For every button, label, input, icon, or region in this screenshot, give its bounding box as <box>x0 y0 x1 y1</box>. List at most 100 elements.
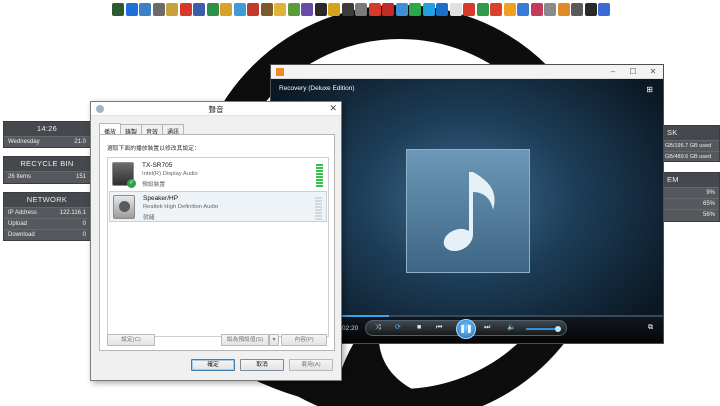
app-shortcut-icon[interactable] <box>557 3 570 16</box>
volume-slider[interactable] <box>526 326 561 332</box>
app-shortcut-icon[interactable] <box>112 3 124 16</box>
elapsed-time: 02:20 <box>342 325 359 332</box>
album-art <box>406 149 530 273</box>
system-value-1: 9% <box>706 190 715 196</box>
app-shortcut-icon[interactable] <box>490 3 502 16</box>
list-item[interactable]: ✓ TX-SR705 Intel(R) Display Audio 預設裝置 <box>109 159 327 190</box>
app-shortcut-icon[interactable] <box>530 3 543 16</box>
music-note-icon <box>443 172 495 252</box>
app-shortcut-icon[interactable] <box>260 3 273 16</box>
volume-icon[interactable]: 🔈 <box>507 323 516 333</box>
network-ip-label: IP Address <box>8 210 37 216</box>
app-shortcut-icon[interactable] <box>341 3 354 16</box>
app-shortcut-icon[interactable] <box>476 3 489 16</box>
network-upload-value: 0 <box>82 221 86 227</box>
sound-dialog-titlebar[interactable]: 聲音 ✕ <box>91 102 341 116</box>
clock-time: 14:26 <box>4 122 90 136</box>
close-icon[interactable]: ✕ <box>329 103 337 114</box>
app-shortcut-icon[interactable] <box>598 3 610 16</box>
app-shortcut-icon[interactable] <box>449 3 462 16</box>
desktop: 14:26 Wednesday 21.0 RECYCLE BIN 26 Item… <box>0 0 720 406</box>
app-shortcut-icon[interactable] <box>409 3 421 16</box>
disk-row-2: GB/489.6 GB used <box>665 154 712 160</box>
stop-icon[interactable]: ■ <box>417 323 421 333</box>
app-shortcut-icon[interactable] <box>206 3 219 16</box>
disk-row-1: GB/195.7 GB used <box>665 143 712 149</box>
close-icon[interactable]: ✕ <box>643 66 663 78</box>
next-icon[interactable]: ⏭ <box>484 323 490 333</box>
recycle-bin-items: 26 Items <box>8 174 32 180</box>
app-shortcut-icon[interactable] <box>233 3 246 16</box>
app-shortcut-icon[interactable] <box>247 3 259 16</box>
media-player-logo-icon <box>276 67 284 76</box>
properties-button[interactable]: 內容(P) <box>281 334 327 346</box>
repeat-icon[interactable]: ⟳ <box>395 323 401 333</box>
sound-dialog-title: 聲音 <box>208 105 224 114</box>
app-shortcut-icon[interactable] <box>517 3 529 16</box>
list-item[interactable]: Speaker/HP Realtek High Definition Audio… <box>109 191 327 222</box>
ok-button[interactable]: 確定 <box>191 359 235 371</box>
network-upload-label: Upload <box>8 221 28 227</box>
volume-knob[interactable] <box>555 326 561 332</box>
app-shortcut-icon[interactable] <box>125 3 138 16</box>
app-shortcut-icon[interactable] <box>220 3 232 16</box>
minimize-icon[interactable]: ⧉ <box>648 324 653 332</box>
app-shortcut-icon[interactable] <box>355 3 367 16</box>
app-shortcut-icon[interactable] <box>301 3 313 16</box>
device-list[interactable]: ✓ TX-SR705 Intel(R) Display Audio 預設裝置 S… <box>107 157 329 337</box>
system-value-3: 56% <box>702 212 715 218</box>
disk-title: SK <box>661 126 719 140</box>
app-shortcut-icon[interactable] <box>463 3 475 16</box>
switch-view-icon[interactable]: ⊞ <box>646 85 653 94</box>
recycle-bin-title: RECYCLE BIN <box>4 157 90 171</box>
sound-dialog[interactable]: 聲音 ✕ 播放 錄製 音效 通訊 選取下面的播放裝置以修改其設定： ✓ TX-S… <box>90 101 342 381</box>
configure-button[interactable]: 設定(C) <box>107 334 155 346</box>
app-shortcut-icon[interactable] <box>152 3 165 16</box>
device-status: 預設裝置 <box>142 182 166 188</box>
disk-gadget: SK GB/195.7 GB used GB/489.6 GB used <box>660 125 720 162</box>
level-meter <box>315 195 322 220</box>
recycle-bin-size: 151 <box>75 174 86 180</box>
app-shortcut-icon[interactable] <box>503 3 516 16</box>
minimize-icon[interactable]: – <box>603 66 623 78</box>
network-gadget: NETWORK IP Address 122.116.1 Upload 0 Down… <box>3 192 91 241</box>
cancel-button[interactable]: 取消 <box>240 359 284 371</box>
set-default-dropdown[interactable]: ▾ <box>269 334 279 346</box>
playback-panel: 選取下面的播放裝置以修改其設定： ✓ TX-SR705 Intel(R) Dis… <box>99 134 335 351</box>
app-shortcut-icon[interactable] <box>382 3 394 16</box>
app-shortcut-icon[interactable] <box>287 3 300 16</box>
network-download-label: Download <box>8 232 35 238</box>
level-meter <box>316 162 323 187</box>
app-shortcut-icon[interactable] <box>544 3 556 16</box>
network-download-value: 0 <box>82 232 86 238</box>
system-title: EM <box>661 173 719 187</box>
device-driver: Intel(R) Display Audio <box>142 171 198 177</box>
device-driver: Realtek High Definition Audio <box>143 204 219 210</box>
app-shortcut-icon[interactable] <box>328 3 340 16</box>
app-shortcut-icon[interactable] <box>571 3 583 16</box>
system-value-2: 65% <box>702 201 715 207</box>
app-shortcut-icon[interactable] <box>274 3 286 16</box>
apply-button[interactable]: 套用(A) <box>289 359 333 371</box>
app-shortcut-icon[interactable] <box>584 3 597 16</box>
app-shortcut-icon[interactable] <box>179 3 192 16</box>
app-shortcut-icon[interactable] <box>368 3 381 16</box>
track-title: Recovery (Deluxe Edition) <box>279 85 355 92</box>
app-shortcut-icon[interactable] <box>395 3 408 16</box>
speaker-icon <box>113 195 135 219</box>
media-player-titlebar[interactable]: – ☐ ✕ <box>271 65 663 79</box>
app-shortcut-icon[interactable] <box>436 3 448 16</box>
pause-icon[interactable]: ❚❚ <box>456 319 476 339</box>
app-shortcut-icon[interactable] <box>314 3 327 16</box>
previous-icon[interactable]: ⏮ <box>436 323 442 333</box>
shuffle-icon[interactable]: ⤨ <box>375 323 381 333</box>
set-default-button[interactable]: 設為預設值(S) <box>221 334 269 346</box>
maximize-icon[interactable]: ☐ <box>623 66 643 78</box>
app-shortcut-icon[interactable] <box>193 3 205 16</box>
clock-day: Wednesday <box>8 139 40 145</box>
app-shortcut-icon[interactable] <box>166 3 178 16</box>
recycle-bin-gadget[interactable]: RECYCLE BIN 26 Items 151 <box>3 156 91 184</box>
clock-gadget: 14:26 Wednesday 21.0 <box>3 121 91 148</box>
app-shortcut-icon[interactable] <box>422 3 435 16</box>
app-shortcut-icon[interactable] <box>139 3 151 16</box>
